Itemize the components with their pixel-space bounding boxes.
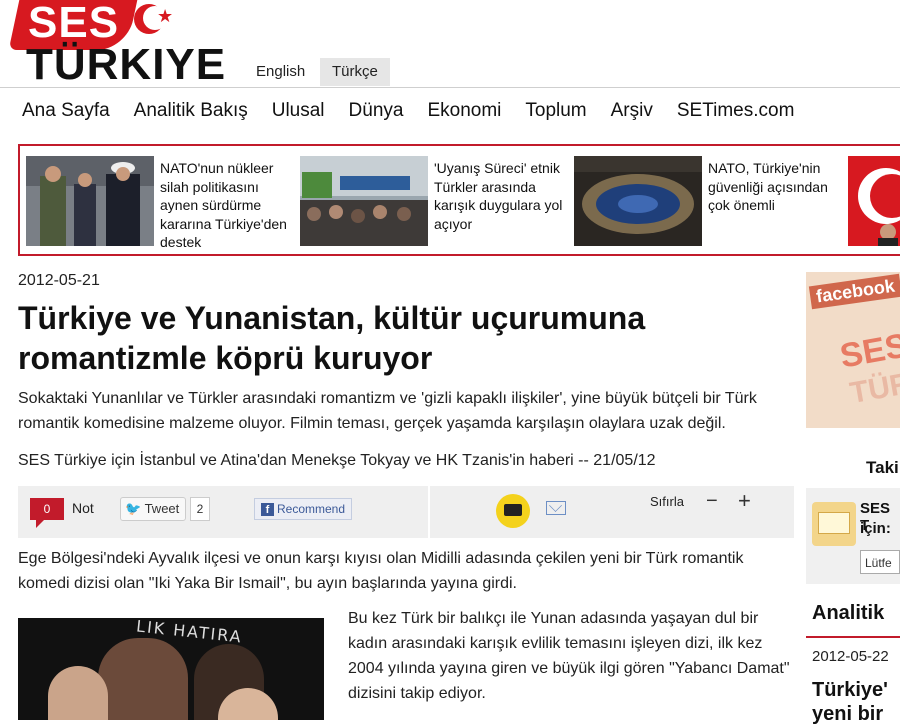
nav-item-national[interactable]: Ulusal xyxy=(272,100,325,122)
article-photo: LIK HATIRA xyxy=(18,618,324,720)
news-caption[interactable]: NATO, Türkiye'nin güvenliği açısından ço… xyxy=(708,159,844,215)
twitter-bird-icon: 🐦 xyxy=(125,501,142,516)
comment-count-badge[interactable]: 0 xyxy=(30,498,64,528)
facebook-icon: f xyxy=(261,503,274,516)
article-paragraph: Bu kez Türk bir balıkçı ile Yunan adasın… xyxy=(348,610,790,702)
language-turkish-tab[interactable]: Türkçe xyxy=(320,58,390,86)
toolbar-separator xyxy=(428,486,430,538)
font-increase-button[interactable]: + xyxy=(738,488,751,514)
comment-label[interactable]: Not xyxy=(72,500,94,516)
news-thumbnail-summit[interactable] xyxy=(574,156,702,246)
nav-item-world[interactable]: Dünya xyxy=(349,100,404,122)
nav-item-society[interactable]: Toplum xyxy=(525,100,586,122)
article-date: 2012-05-21 xyxy=(18,272,100,289)
tweet-count: 2 xyxy=(190,497,210,521)
tweet-button[interactable]: 🐦 Tweet xyxy=(120,497,187,521)
sidebar-article-title[interactable]: Türkiye' yeni bir xyxy=(812,678,900,726)
photo-figure xyxy=(48,666,108,720)
follow-heading: Taki xyxy=(866,458,899,477)
news-thumbnail-military[interactable] xyxy=(26,156,154,246)
article-paragraph: Ege Bölgesi'ndeki Ayvalık ilçesi ve onun… xyxy=(18,550,744,592)
analysis-heading[interactable]: Analitik xyxy=(812,602,884,625)
sidebar-date: 2012-05-22 xyxy=(812,648,889,665)
facebook-recommend-button[interactable]: f Recommend xyxy=(254,498,353,520)
nav-item-economy[interactable]: Ekonomi xyxy=(427,100,501,122)
analysis-divider xyxy=(806,636,900,638)
photo-figure xyxy=(98,638,188,720)
news-strip: NATO'nun nükleer silah politikasını ayne… xyxy=(18,144,900,256)
article-toolbar: 0 Not 🐦 Tweet 2 f Recommend Sıfırla − + xyxy=(18,486,794,538)
recommend-label: Recommend xyxy=(277,502,346,516)
font-reset-button[interactable]: Sıfırla xyxy=(650,494,684,509)
language-english-link[interactable]: English xyxy=(244,58,317,86)
nav-item-archive[interactable]: Arşiv xyxy=(611,100,653,122)
news-caption[interactable]: 'Uyanış Süreci' etnik Türkler arasında k… xyxy=(434,159,570,233)
main-nav: Ana Sayfa Analitik Bakış Ulusal Dünya Ek… xyxy=(22,100,818,122)
article-title: Türkiye ve Yunanistan, kültür uçurumuna … xyxy=(18,300,646,376)
article-byline: SES Türkiye için İstanbul ve Atina'dan M… xyxy=(18,452,656,469)
print-icon[interactable] xyxy=(496,494,530,528)
subscribe-box: SES T için: Lütfe xyxy=(806,488,900,584)
facebook-promo[interactable]: facebook SES TÜR xyxy=(806,272,900,428)
email-icon[interactable] xyxy=(546,501,566,515)
nav-item-analysis[interactable]: Analitik Bakış xyxy=(134,100,248,122)
nav-item-home[interactable]: Ana Sayfa xyxy=(22,100,110,122)
facebook-label: facebook xyxy=(808,273,900,310)
news-thumbnail-flag[interactable] xyxy=(848,156,900,246)
tweet-label: Tweet xyxy=(144,501,180,516)
nav-item-setimes[interactable]: SETimes.com xyxy=(677,100,795,122)
star-icon: ★ xyxy=(157,6,174,26)
header-divider xyxy=(0,87,900,88)
news-caption[interactable]: NATO'nun nükleer silah politikasını ayne… xyxy=(160,159,296,252)
subscribe-email-input[interactable]: Lütfe xyxy=(860,550,900,574)
site-logo[interactable]: SES ★ TÜRKIYE xyxy=(8,0,228,89)
subscribe-subtitle: için: xyxy=(860,520,891,537)
font-decrease-button[interactable]: − xyxy=(706,490,718,513)
logo-turkiye-text: TÜRKIYE xyxy=(26,40,227,89)
envelope-icon xyxy=(812,502,856,546)
news-thumbnail-crowd[interactable] xyxy=(300,156,428,246)
article-lead: Sokaktaki Yunanlılar ve Türkler arasında… xyxy=(18,390,757,432)
